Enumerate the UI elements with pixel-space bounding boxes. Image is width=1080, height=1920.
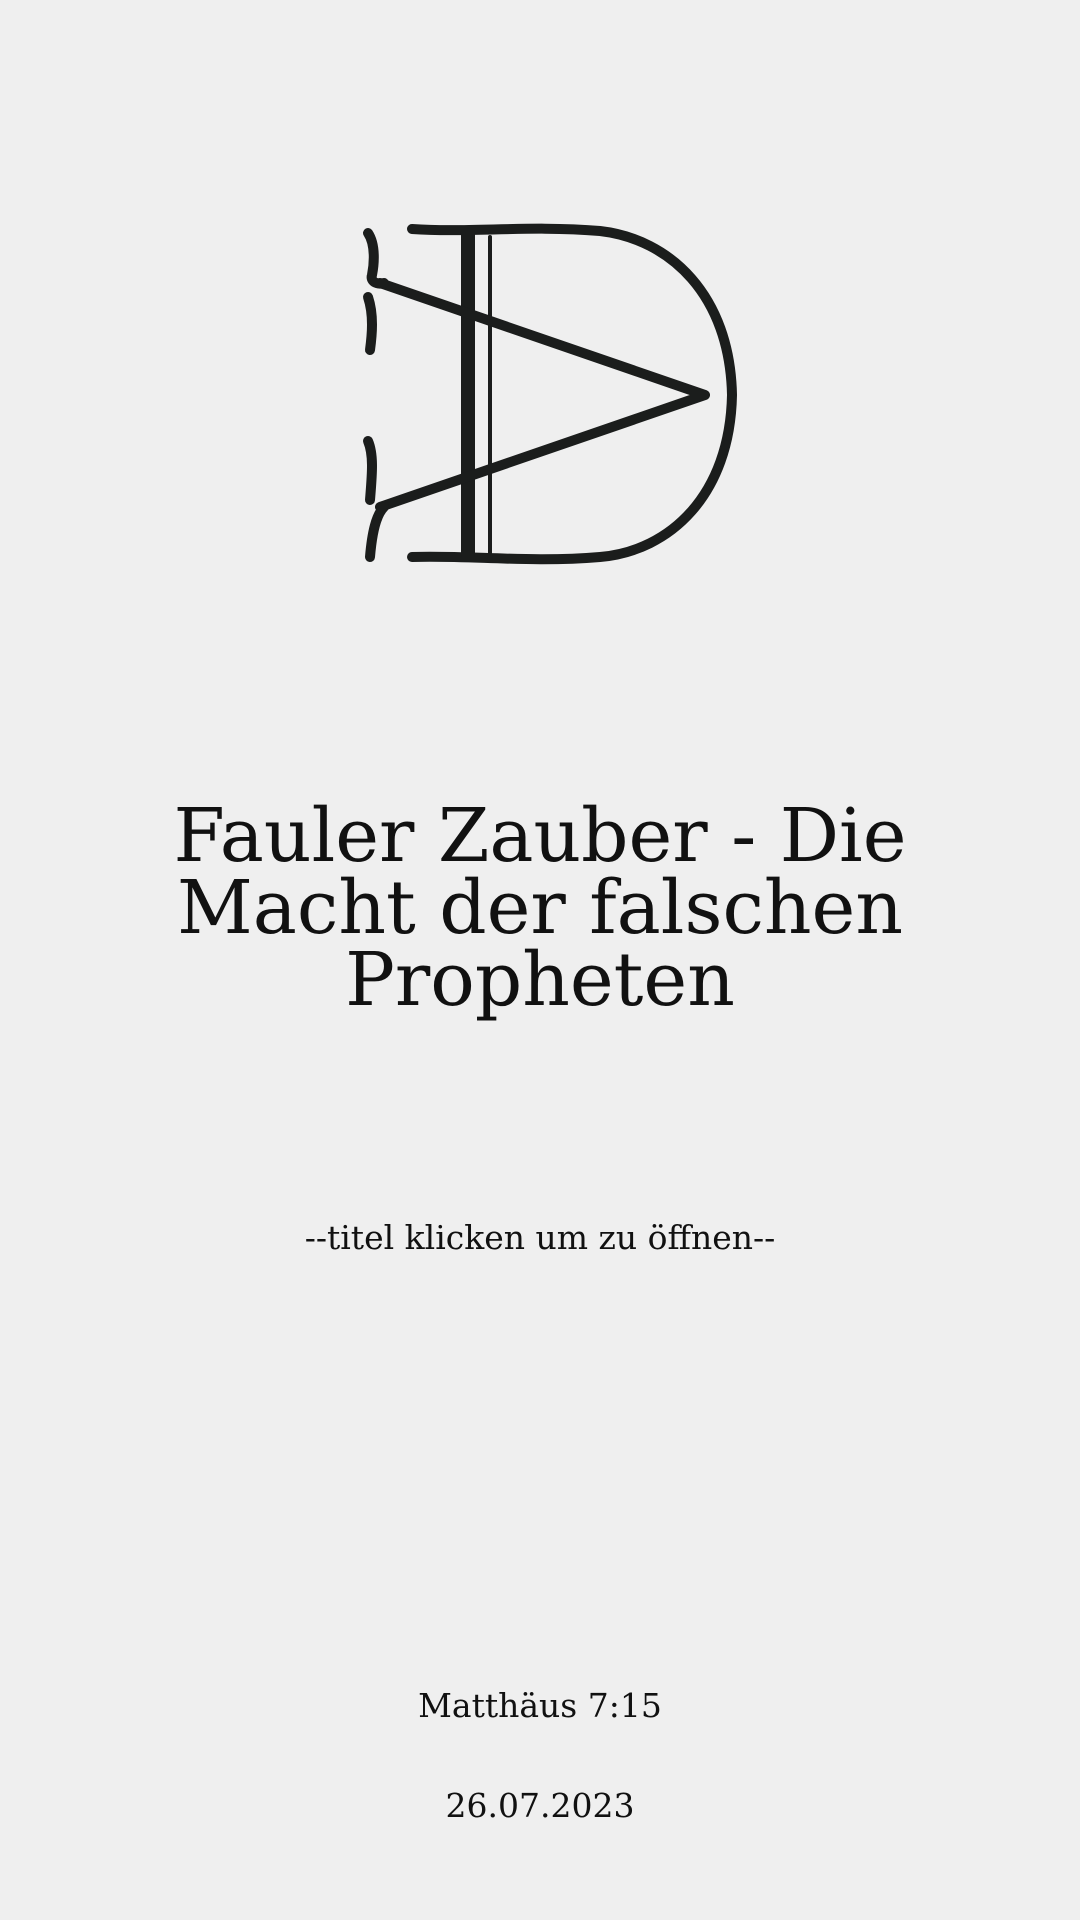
bible-verse: Matthäus 7:15	[418, 1686, 662, 1725]
post-title-link[interactable]: Fauler Zauber - Die Macht der falschen P…	[100, 799, 980, 1017]
open-hint: --titel klicken um zu öffnen--	[304, 1218, 776, 1257]
dv-monogram-icon	[363, 223, 737, 565]
post-date: 26.07.2023	[445, 1786, 635, 1825]
